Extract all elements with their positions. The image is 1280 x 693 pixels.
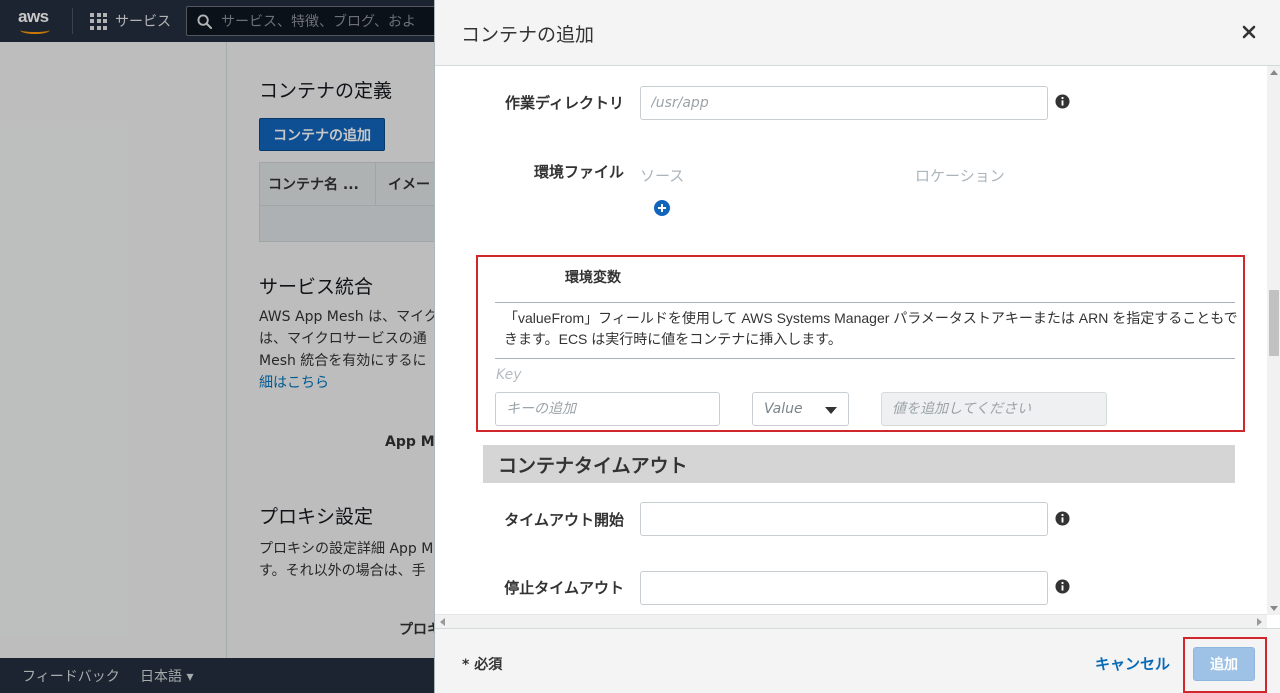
environment-variables-title: 環境変数 (565, 270, 621, 286)
env-value-input[interactable] (881, 392, 1107, 426)
required-note: * 必須 (462, 657, 503, 673)
environment-variables-description: 「valueFrom」フィールドを使用して AWS Systems Manage… (504, 310, 1238, 347)
environment-file-label: 環境ファイル (533, 163, 624, 181)
modal-header: コンテナの追加 (435, 0, 1280, 66)
divider (495, 358, 1235, 359)
modal-title: コンテナの追加 (461, 25, 595, 46)
stop-timeout-input[interactable] (640, 571, 1048, 605)
value-type-select[interactable]: Value (752, 392, 849, 426)
vertical-scrollbar[interactable] (1267, 66, 1280, 615)
scroll-left-icon[interactable] (440, 618, 445, 626)
location-column-header: ロケーション (915, 167, 1005, 185)
close-icon[interactable] (1241, 24, 1257, 40)
info-icon[interactable] (1055, 94, 1070, 109)
info-icon[interactable] (1055, 579, 1070, 594)
working-directory-label: 作業ディレクトリ (505, 94, 624, 112)
scroll-right-icon[interactable] (1257, 618, 1262, 626)
start-timeout-input[interactable] (640, 502, 1048, 536)
source-column-header: ソース (640, 167, 685, 185)
cancel-button[interactable]: キャンセル (1095, 653, 1170, 674)
scrollbar-thumb[interactable] (1269, 290, 1279, 356)
scroll-up-icon[interactable] (1270, 70, 1278, 75)
horizontal-scrollbar[interactable] (435, 614, 1267, 628)
value-type-label: Value (764, 401, 803, 417)
scroll-down-icon[interactable] (1270, 606, 1278, 611)
key-column-label: Key (496, 367, 522, 383)
modal-body[interactable]: 作業ディレクトリ 環境ファイル ソース ロケーション 環境変数 「valueFr… (435, 66, 1280, 614)
add-environment-file-icon[interactable] (654, 200, 670, 216)
modal-footer: * 必須 キャンセル 追加 (435, 628, 1280, 693)
start-timeout-label: タイムアウト開始 (504, 511, 624, 529)
environment-variables-section: 環境変数 「valueFrom」フィールドを使用して AWS Systems M… (476, 255, 1245, 432)
modal-overlay[interactable] (0, 0, 434, 693)
add-container-modal: コンテナの追加 作業ディレクトリ 環境ファイル ソース ロケーション 環境変数 … (434, 0, 1280, 693)
env-key-input[interactable] (495, 392, 720, 426)
add-button[interactable]: 追加 (1193, 647, 1255, 681)
caret-down-icon (825, 407, 837, 414)
info-icon[interactable] (1055, 511, 1070, 526)
container-timeout-section-header: コンテナタイムアウト (483, 445, 1235, 483)
stop-timeout-label: 停止タイムアウト (504, 579, 624, 597)
divider (495, 302, 1235, 303)
working-directory-input[interactable] (640, 86, 1048, 120)
